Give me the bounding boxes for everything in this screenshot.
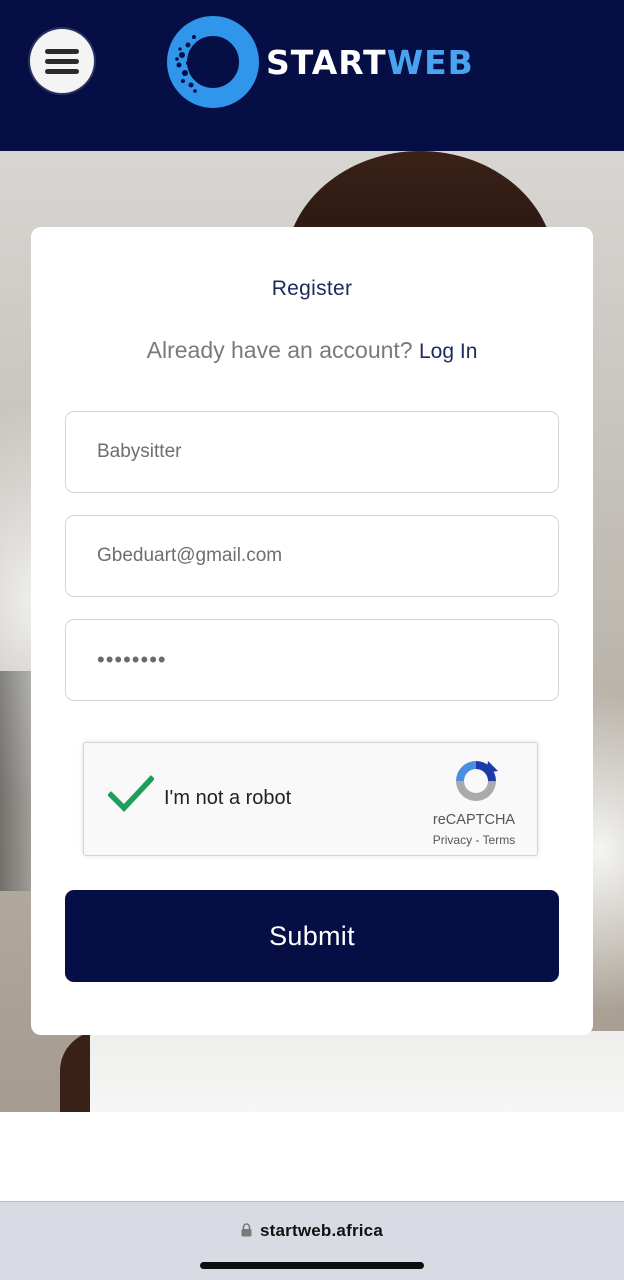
photo-background-detail [0,671,34,891]
photo-person-shirt [90,1031,624,1112]
recaptcha-privacy-terms-links[interactable]: Privacy - Terms [419,833,529,847]
profession-field[interactable]: Babysitter [65,411,559,493]
menu-button[interactable] [30,29,94,93]
recaptcha-widget: I'm not a robot reCAPTCHA Privacy - Term… [83,742,538,856]
email-value: Gbeduart@gmail.com [97,545,283,566]
recaptcha-brand: reCAPTCHA [432,812,516,828]
register-title: Register [271,277,353,300]
recaptcha-label: I'm not a robot [164,787,292,809]
login-link[interactable]: Log In [419,340,477,363]
startweb-logo[interactable]: STARTWEB [166,14,474,110]
lock-icon [241,1223,252,1237]
url-text: startweb.africa [260,1221,383,1240]
top-header: STARTWEB [0,0,624,151]
profession-value: Babysitter [97,441,182,462]
checkmark-icon[interactable] [108,774,154,814]
login-prompt: Already have an account? Log In [31,337,593,364]
hamburger-icon [45,44,79,79]
email-field[interactable]: Gbeduart@gmail.com [65,515,559,597]
home-indicator[interactable] [200,1262,424,1269]
password-value: •••••••• [97,647,167,672]
logo-text: STARTWEB [266,42,474,82]
login-prompt-text: Already have an account? [146,337,413,363]
startweb-ring-icon [167,16,259,108]
recaptcha-logo-icon [456,761,498,801]
browser-url-bar[interactable]: startweb.africa [0,1201,624,1280]
register-card: Register Already have an account? Log In… [31,227,593,1035]
password-field[interactable]: •••••••• [65,619,559,701]
submit-button[interactable]: Submit [65,890,559,982]
url-display[interactable]: startweb.africa [0,1221,624,1241]
